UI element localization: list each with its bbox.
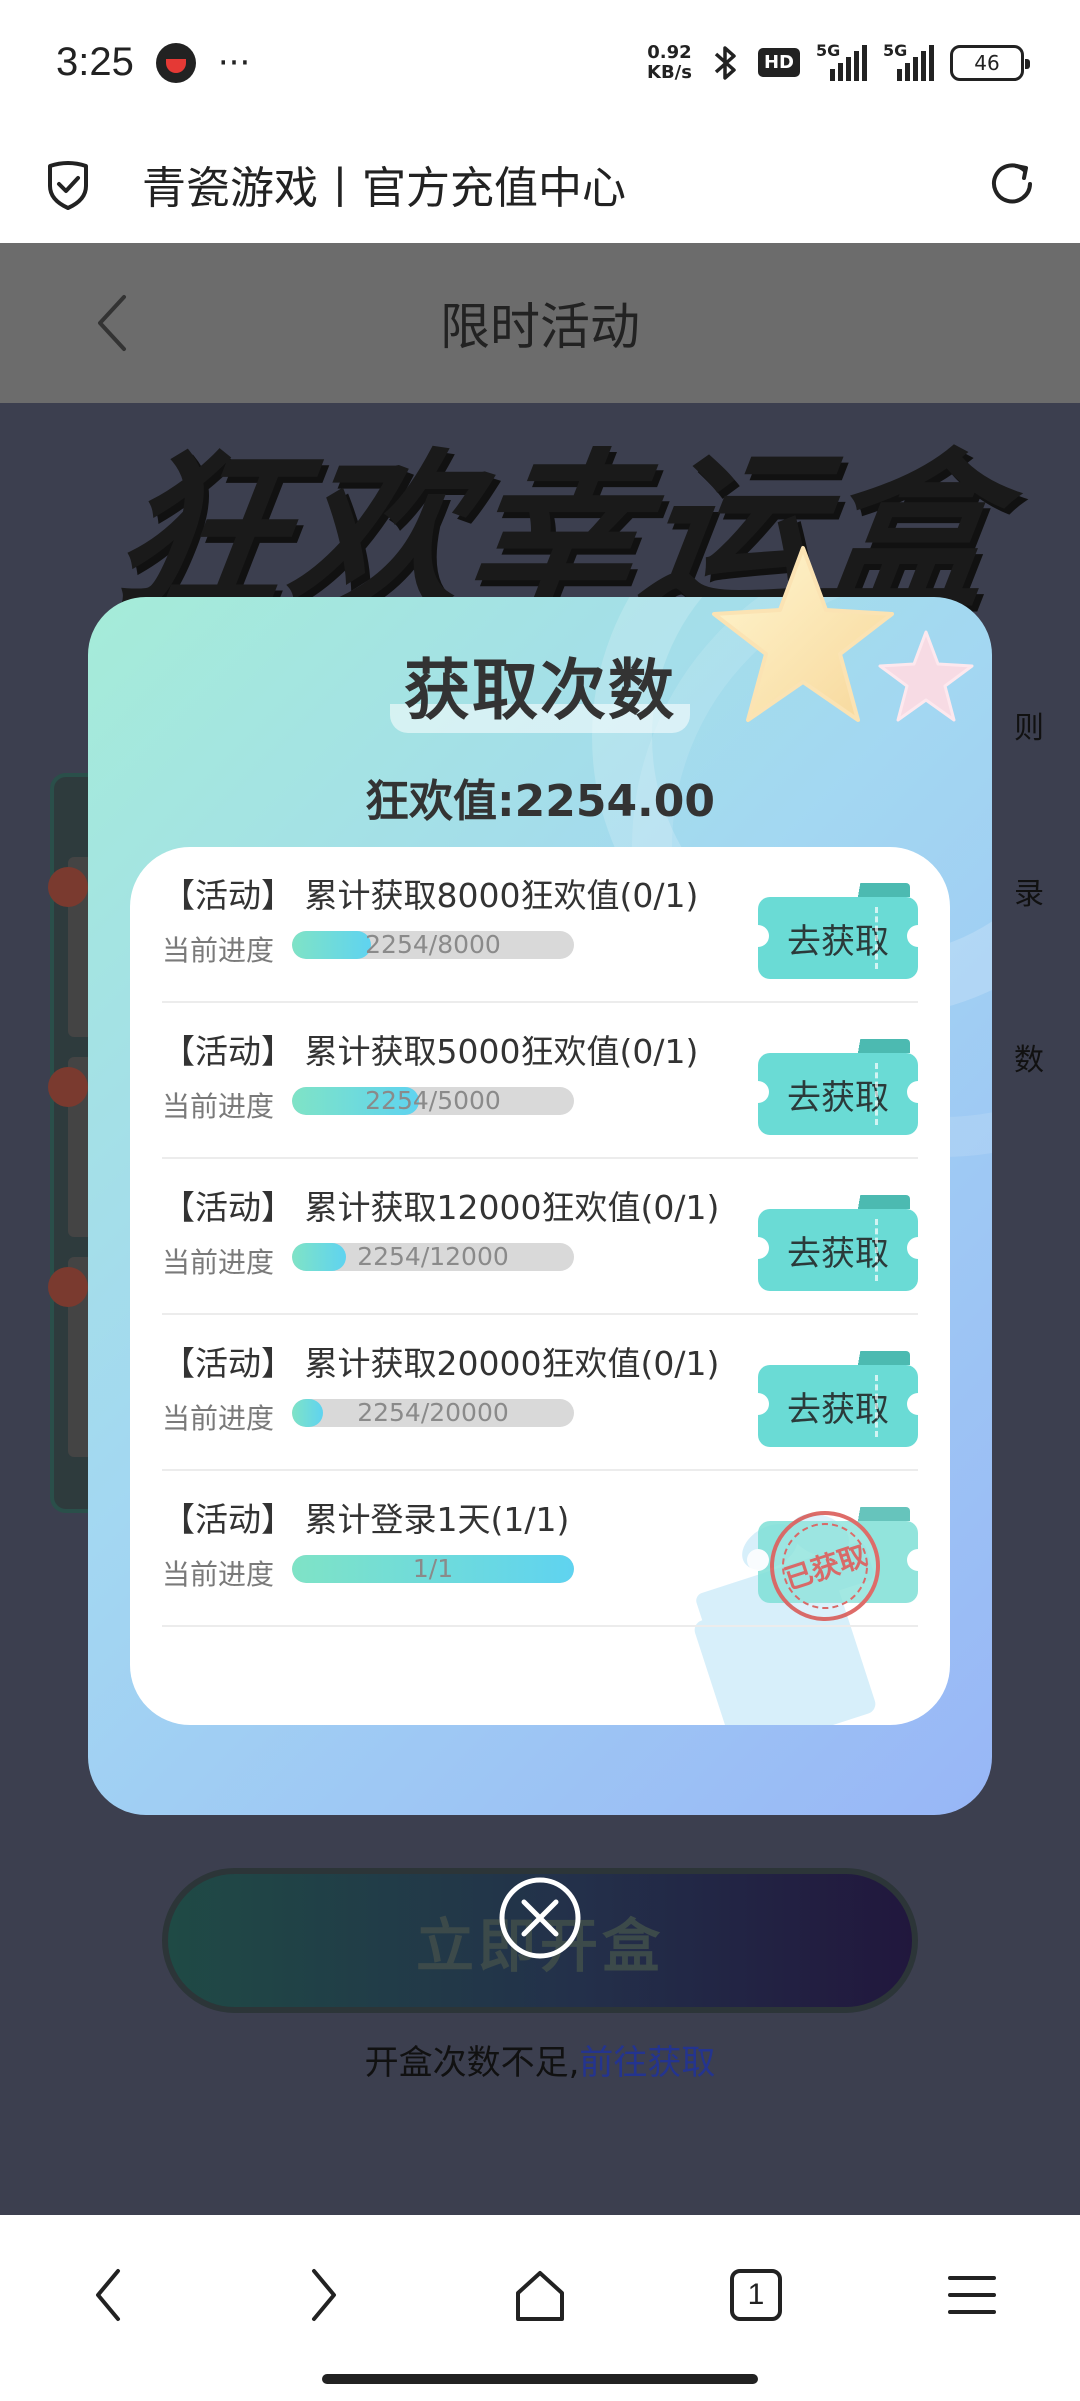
home-indicator <box>322 2374 758 2384</box>
go-get-label: 去获取 <box>787 921 889 962</box>
go-get-label: 去获取 <box>787 1077 889 1118</box>
rules-tab[interactable]: 则 <box>1014 703 1044 747</box>
nav-forward-button[interactable] <box>284 2255 364 2335</box>
qq-notification-icon <box>155 42 196 83</box>
task-row: 【活动】 累计登录1天(1/1) 当前进度 1/1 已获取 <box>162 1471 929 1636</box>
progress-text: 1/1 <box>412 1555 454 1583</box>
prize-badge <box>48 867 88 907</box>
bluetooth-icon <box>714 45 736 80</box>
task-row: 【活动】 累计获取12000狂欢值(0/1) 当前进度 2254/12000 去… <box>162 1159 929 1315</box>
claimed-button: 已获取 <box>747 1496 929 1636</box>
task-name: 【活动】 累计获取5000狂欢值(0/1) <box>162 1032 699 1071</box>
task-row: 【活动】 累计获取8000狂欢值(0/1) 当前进度 2254/8000 去获取 <box>162 847 929 1003</box>
tabs-count: 1 <box>747 2278 765 2311</box>
score-value: 2254.00 <box>514 776 715 827</box>
progress-text: 2254/20000 <box>357 1399 509 1427</box>
go-get-button[interactable]: 去获取 <box>747 1195 929 1291</box>
page-url-title[interactable]: 青瓷游戏丨官方充值中心 <box>142 152 626 216</box>
score-line: 狂欢值:2254.00 <box>88 765 992 829</box>
task-row: 【活动】 累计获取5000狂欢值(0/1) 当前进度 2254/5000 去获取 <box>162 1003 929 1159</box>
insufficient-hint: 开盒次数不足,前往获取 <box>0 2035 1080 2084</box>
task-row: 【活动】 累计获取20000狂欢值(0/1) 当前进度 2254/20000 去… <box>162 1315 929 1471</box>
progress-text: 2254/8000 <box>365 931 501 959</box>
prize-badge <box>48 1067 88 1107</box>
nav-back-button[interactable] <box>68 2255 148 2335</box>
progress-bar: 2254/20000 <box>292 1399 574 1427</box>
signal-icon: 5G <box>816 41 867 81</box>
progress-bar: 1/1 <box>292 1555 574 1583</box>
status-bar: 3:25 ··· 0.92 KB/s HD 5G 5G 46 <box>0 0 1080 125</box>
progress-label: 当前进度 <box>162 1558 275 1591</box>
task-list[interactable]: 【活动】 累计获取8000狂欢值(0/1) 当前进度 2254/8000 去获取… <box>130 847 950 1725</box>
go-get-button[interactable]: 去获取 <box>747 1039 929 1135</box>
progress-text: 2254/5000 <box>365 1087 501 1115</box>
signal-icon: 5G <box>883 41 934 81</box>
progress-label: 当前进度 <box>162 1090 275 1123</box>
go-get-label: 去获取 <box>787 1389 889 1430</box>
get-more-link[interactable]: 前往获取 <box>579 2043 715 2083</box>
chevron-right-icon <box>312 2269 336 2321</box>
insufficient-hint-text: 开盒次数不足, <box>364 2043 580 2083</box>
go-get-label: 去获取 <box>787 1233 889 1274</box>
progress-bar: 2254/5000 <box>292 1087 574 1115</box>
more-notifications-icon: ··· <box>217 42 251 83</box>
network-speed: 0.92 KB/s <box>647 41 692 83</box>
score-label: 狂欢值: <box>364 776 515 827</box>
chevron-left-icon <box>96 2269 120 2321</box>
progress-label: 当前进度 <box>162 934 275 967</box>
task-name: 【活动】 累计登录1天(1/1) <box>162 1500 570 1539</box>
progress-label: 当前进度 <box>162 1246 275 1279</box>
nav-home-button[interactable] <box>500 2255 580 2335</box>
battery-level: 46 <box>974 50 1000 75</box>
task-name: 【活动】 累计获取8000狂欢值(0/1) <box>162 876 699 915</box>
network-speed-unit: KB/s <box>647 61 692 83</box>
chevron-left-icon[interactable] <box>92 291 132 355</box>
star-decoration-icon <box>712 546 894 722</box>
menu-icon <box>948 2276 996 2314</box>
go-get-button[interactable]: 去获取 <box>747 1351 929 1447</box>
count-tab[interactable]: 数 <box>1014 1035 1044 1079</box>
prize-badge <box>48 1267 88 1307</box>
progress-label: 当前进度 <box>162 1402 275 1435</box>
shield-check-icon[interactable] <box>40 156 96 212</box>
hd-voice-badge: HD <box>757 48 800 77</box>
page-title: 限时活动 <box>440 298 640 356</box>
home-icon <box>516 2271 564 2321</box>
task-name: 【活动】 累计获取12000狂欢值(0/1) <box>162 1188 720 1227</box>
status-time: 3:25 <box>56 40 134 84</box>
status-indicators: 0.92 KB/s HD 5G 5G 46 <box>647 41 1030 83</box>
network-speed-value: 0.92 <box>647 41 692 63</box>
battery-icon: 46 <box>950 44 1030 81</box>
modal-title: 获取次数 <box>390 637 690 733</box>
nav-menu-button[interactable] <box>932 2255 1012 2335</box>
close-circle-icon[interactable] <box>496 1874 584 1962</box>
task-name: 【活动】 累计获取20000狂欢值(0/1) <box>162 1344 720 1383</box>
signal-network-label: 5G <box>883 40 908 60</box>
progress-bar: 2254/8000 <box>292 931 574 959</box>
progress-text: 2254/12000 <box>357 1243 509 1271</box>
address-bar: 青瓷游戏丨官方充值中心 <box>0 125 1080 243</box>
claimed-stamp-label: 已获取 <box>780 1538 871 1597</box>
go-get-button[interactable]: 去获取 <box>747 883 929 979</box>
get-count-modal: 获取次数 狂欢值:2254.00 【活动】 累计获取8000狂欢值(0/1) 当… <box>88 597 992 1815</box>
page-header: 限时活动 <box>0 243 1080 403</box>
signal-network-label: 5G <box>816 40 841 60</box>
nav-tabs-button[interactable]: 1 <box>716 2255 796 2335</box>
star-decoration-icon <box>878 630 974 722</box>
refresh-icon[interactable] <box>984 156 1040 212</box>
records-tab[interactable]: 录 <box>1014 869 1044 913</box>
progress-bar: 2254/12000 <box>292 1243 574 1271</box>
